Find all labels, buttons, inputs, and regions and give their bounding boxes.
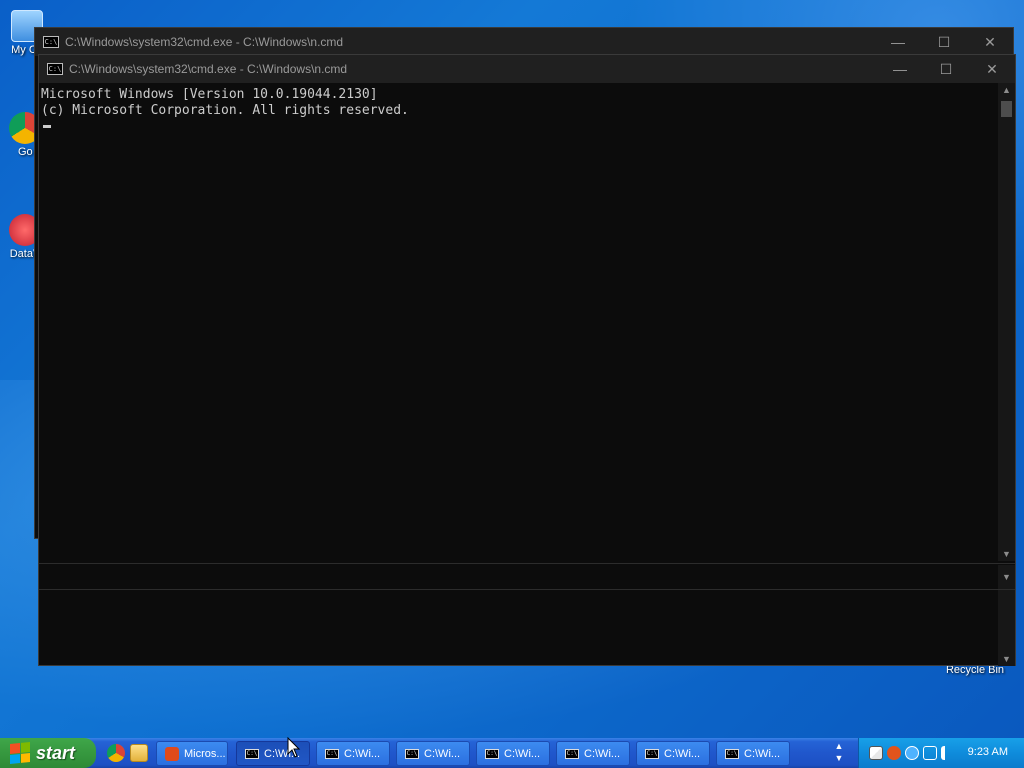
maximize-button[interactable]: ☐ [921,28,967,56]
console-output[interactable]: Microsoft Windows [Version 10.0.19044.21… [39,83,997,143]
cmd-icon: C:\ [645,748,659,759]
close-button[interactable]: ✕ [967,28,1013,56]
chevron-down-icon[interactable]: ▼ [998,570,1015,584]
minimize-button[interactable]: — [875,28,921,56]
taskbar-item-label: C:\Wi... [744,747,781,760]
chevron-up-icon[interactable]: ▲ [832,740,846,752]
scroll-thumb[interactable] [1001,101,1012,117]
scroll-up-arrow-icon[interactable]: ▲ [998,83,1015,97]
window-title: C:\Windows\system32\cmd.exe - C:\Windows… [69,62,348,76]
cmd-icon: C:\ [485,748,499,759]
pane-divider [39,563,1015,564]
console-line: (c) Microsoft Corporation. All rights re… [41,103,409,118]
text-cursor [43,125,51,128]
folder-icon[interactable] [130,744,148,762]
taskbar-item-label: C:\Wi... [504,747,541,760]
window-title: C:\Windows\system32\cmd.exe - C:\Windows… [65,35,344,49]
cmd-icon: C:\ [725,748,739,759]
chevron-down-icon[interactable]: ▼ [832,752,846,764]
cmd-icon: C:\ [245,748,259,759]
mouse-pointer-icon [287,737,301,758]
cmd-icon: C:\ [405,748,419,759]
taskbar-item-cmd[interactable]: C:\ C:\Wi... [396,741,470,766]
scroll-down-arrow-icon[interactable]: ▼ [998,652,1015,666]
taskbar-item-label: Micros... [184,747,226,760]
taskbar-item-cmd[interactable]: C:\ C:\Wi... [556,741,630,766]
network-icon[interactable] [923,746,937,760]
taskbar-item-label: C:\Wi... [664,747,701,760]
taskbar-item-cmd[interactable]: C:\ C:\Wi... [636,741,710,766]
system-tray: 9:23 AM [858,738,1024,768]
taskbar-item-office[interactable]: Micros... [156,741,228,766]
taskbar-item-cmd[interactable]: C:\ C:\Wi... [316,741,390,766]
office-icon [165,746,179,761]
chrome-icon[interactable] [107,744,125,762]
taskbar-item-cmd[interactable]: C:\ C:\Wi... [476,741,550,766]
skype-icon[interactable] [905,746,919,760]
taskbar-item-label: C:\Wi... [424,747,461,760]
title-bar[interactable]: C:\ C:\Windows\system32\cmd.exe - C:\Win… [35,28,1013,56]
scroll-down-arrow-icon[interactable]: ▼ [998,547,1015,561]
maximize-button[interactable]: ☐ [923,55,969,83]
close-button[interactable]: ✕ [969,55,1015,83]
windows-logo-icon [10,741,30,765]
start-label: start [36,742,76,763]
cmd-icon: C:\ [565,748,579,759]
pane-scroll-control[interactable]: ▼ [998,565,1015,589]
cmd-icon: C:\ [43,36,59,48]
cmd-icon: C:\ [325,748,339,759]
title-bar[interactable]: C:\ C:\Windows\system32\cmd.exe - C:\Win… [39,55,1015,83]
taskbar-scroll-control[interactable]: ▲ ▼ [832,740,846,766]
shield-icon[interactable] [869,746,883,760]
vertical-scrollbar[interactable]: ▲ ▼ [998,83,1015,561]
cmd-icon: C:\ [47,63,63,75]
clock[interactable]: 9:23 AM [968,746,1008,758]
taskbar-item-label: C:\Wi... [344,747,381,760]
console-line: Microsoft Windows [Version 10.0.19044.21… [41,87,378,102]
office-icon[interactable] [887,746,901,760]
minimize-button[interactable]: — [877,55,923,83]
taskbar: start Micros... C:\ C:\Wi... C:\ C:\Wi..… [0,738,1024,768]
taskbar-item-cmd[interactable]: C:\ C:\Wi... [716,741,790,766]
lower-scrollbar[interactable]: ▼ [998,590,1015,666]
taskbar-item-label: C:\Wi... [584,747,621,760]
console-window-front[interactable]: C:\ C:\Windows\system32\cmd.exe - C:\Win… [38,54,1016,666]
pane-divider [39,589,1015,590]
start-button[interactable]: start [0,738,96,768]
volume-icon[interactable] [941,746,955,760]
